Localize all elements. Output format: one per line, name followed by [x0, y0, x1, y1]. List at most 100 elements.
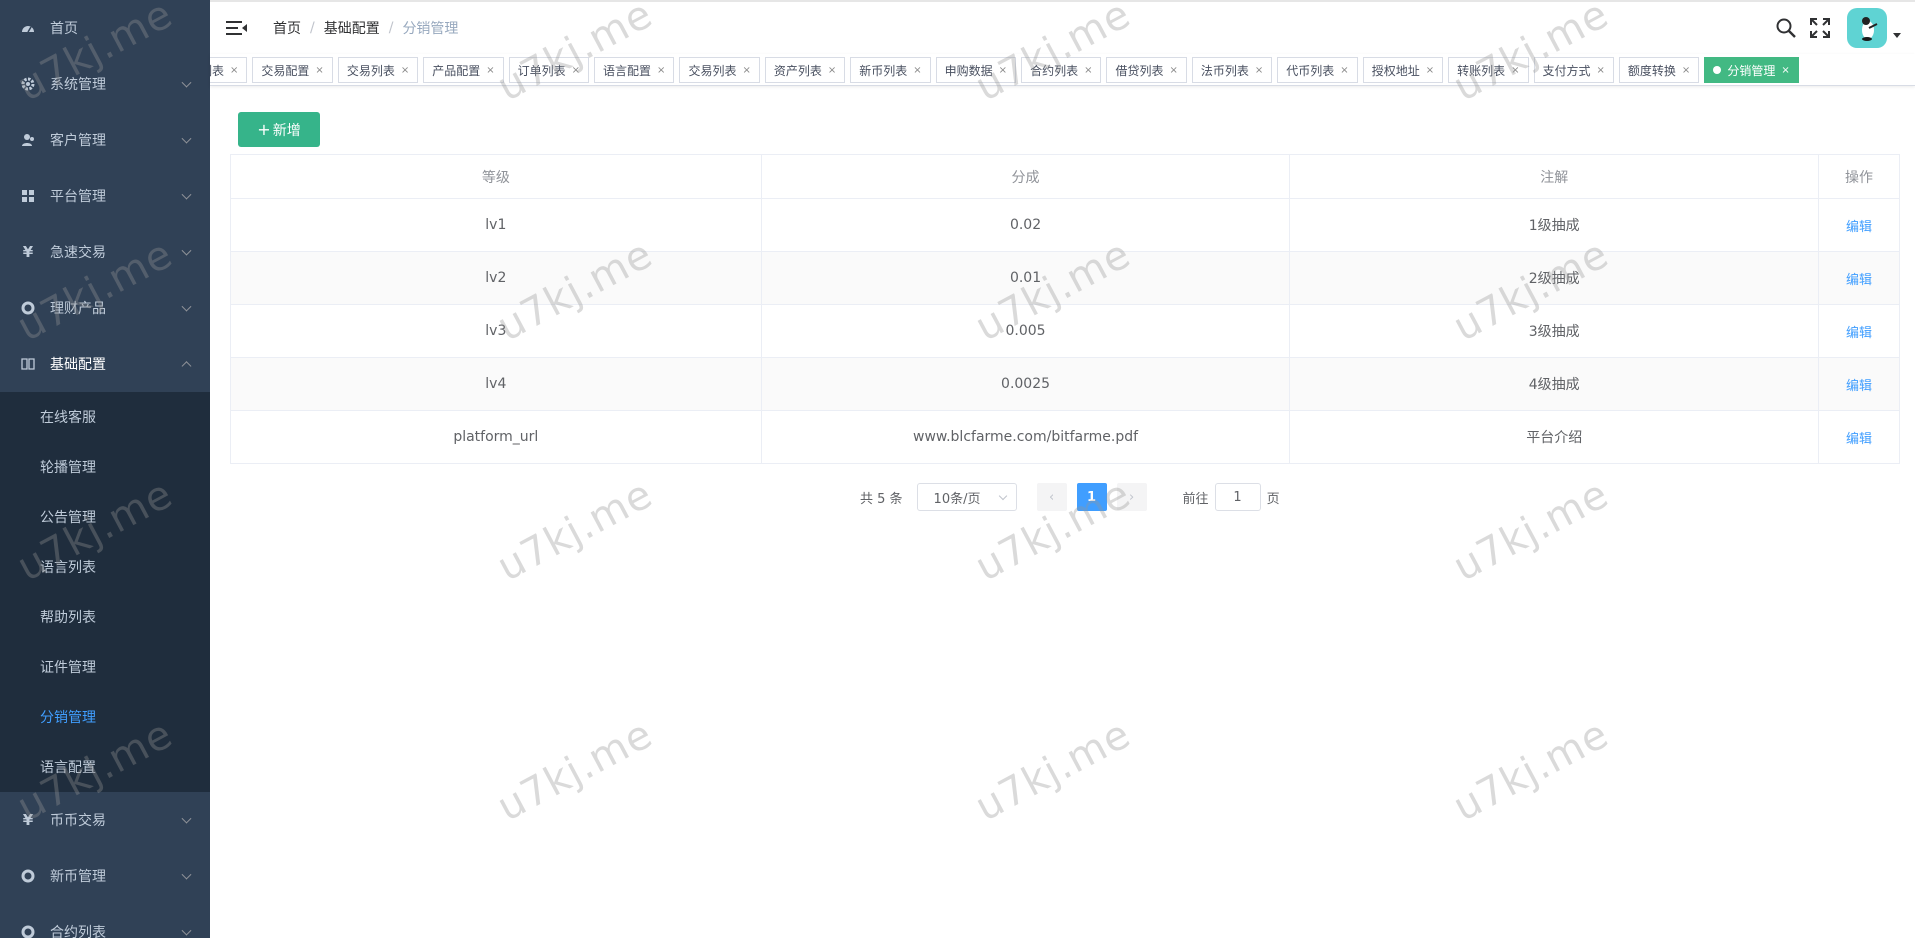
tag-label: 借贷列表 [1115, 63, 1164, 78]
breadcrumb-basic-config[interactable]: 基础配置 [324, 18, 380, 38]
tag-item[interactable]: 交易列表 × [679, 57, 760, 83]
chevron-up-icon [181, 361, 192, 372]
sidebar-item-label: 平台管理 [50, 189, 106, 205]
tag-label: 订单列表 [517, 63, 566, 78]
close-icon[interactable]: × [1511, 65, 1519, 76]
edit-button[interactable]: 编辑 [1846, 432, 1872, 447]
cell-note: 2级抽成 [1289, 251, 1820, 305]
close-icon[interactable]: × [1340, 65, 1348, 76]
tag-item[interactable]: 支付方式 × [1533, 57, 1614, 83]
submenu-item[interactable]: 证件管理 [0, 642, 210, 692]
tag-item[interactable]: 转账列表 × [1448, 57, 1529, 83]
breadcrumb-separator: / [388, 20, 394, 36]
close-icon[interactable]: × [315, 65, 323, 76]
book-icon [20, 356, 36, 372]
edit-button[interactable]: 编辑 [1846, 379, 1872, 394]
sidebar-item[interactable]: 理财产品 [0, 280, 210, 336]
sidebar-item[interactable]: ¥ 急速交易 [0, 224, 210, 280]
sidebar-item[interactable]: 合约列表 [0, 904, 210, 938]
tag-label: 额度转换 [1627, 63, 1676, 78]
submenu-item[interactable]: 分销管理 [0, 692, 210, 742]
tag-item[interactable]: 合约列表 × [1021, 57, 1102, 83]
add-button[interactable]: + 新增 [238, 112, 320, 147]
sidebar-item[interactable]: ¥ 币币交易 [0, 792, 210, 848]
next-page-button[interactable]: › [1116, 483, 1147, 511]
search-icon[interactable] [1775, 17, 1797, 39]
close-icon[interactable]: × [1682, 65, 1690, 76]
tag-item[interactable]: 法币列表 × [1191, 57, 1273, 83]
tag-item[interactable]: 资产列表 × [764, 57, 846, 83]
tag-item[interactable]: 借贷列表 × [1106, 57, 1187, 83]
close-icon[interactable]: × [1426, 65, 1434, 76]
close-icon[interactable]: × [1255, 65, 1263, 76]
distribution-table: 等级 分成 注解 操作 lv1 0.02 1级抽成 编辑 lv2 0.01 2级抽成 编辑 lv… [230, 154, 1900, 464]
breadcrumb-home[interactable]: 首页 [273, 18, 301, 38]
close-icon[interactable]: × [657, 65, 665, 76]
tag-item[interactable]: 授权地址 × [1362, 57, 1444, 83]
sidebar-item[interactable]: 客户管理 [0, 112, 210, 168]
cell-share: 0.005 [760, 304, 1291, 358]
close-icon[interactable]: × [742, 65, 750, 76]
submenu-item[interactable]: 公告管理 [0, 492, 210, 542]
breadcrumb-current: 分销管理 [402, 21, 459, 37]
edit-button[interactable]: 编辑 [1846, 273, 1872, 288]
submenu-item[interactable]: 帮助列表 [0, 592, 210, 642]
submenu-item[interactable]: 轮播管理 [0, 442, 210, 492]
close-icon[interactable]: × [486, 65, 494, 76]
submenu-item[interactable]: 语言列表 [0, 542, 210, 592]
tag-item[interactable]: 分销管理 × [1704, 57, 1799, 83]
sidebar-item[interactable]: 系统管理 [0, 56, 210, 112]
tag-item[interactable]: 交易配置 × [252, 57, 333, 83]
tag-item[interactable]: 订单列表 × [508, 57, 590, 83]
close-icon[interactable]: × [1169, 65, 1177, 76]
edit-button[interactable]: 编辑 [1846, 326, 1872, 341]
sidebar-item[interactable]: 平台管理 [0, 168, 210, 224]
tag-item[interactable]: 额度转换 × [1618, 57, 1700, 83]
tag-item[interactable]: 交易列表 × [337, 57, 419, 83]
close-icon[interactable]: × [999, 65, 1007, 76]
sidebar-item-label: 首页 [50, 21, 78, 37]
sidebar-item-label: 理财产品 [50, 301, 106, 317]
close-icon[interactable]: × [1084, 65, 1092, 76]
sidebar-item[interactable]: 首页 [0, 0, 210, 56]
close-icon[interactable]: × [828, 65, 836, 76]
close-icon[interactable]: × [1781, 65, 1789, 76]
pagination-total: 共 5 条 [860, 491, 903, 507]
submenu-item[interactable]: 在线客服 [0, 392, 210, 442]
page-size-select[interactable]: 10条/页 [916, 483, 1017, 511]
tag-item[interactable]: 申购数据 × [935, 57, 1017, 83]
avatar[interactable] [1847, 8, 1887, 48]
tag-label: 列表 [210, 63, 225, 78]
sidebar-item[interactable]: 基础配置 [0, 336, 210, 392]
tag-item[interactable]: 语言配置 × [594, 57, 675, 83]
tag-item[interactable]: 代币列表 × [1277, 57, 1358, 83]
column-header-level: 等级 [230, 154, 762, 199]
column-header-action: 操作 [1818, 154, 1900, 199]
hamburger-icon[interactable] [226, 19, 248, 37]
goto-page-input[interactable]: 1 [1214, 483, 1261, 511]
tag-label: 支付方式 [1542, 63, 1591, 78]
chevron-down-icon [181, 133, 192, 144]
close-icon[interactable]: × [401, 65, 409, 76]
page-number-1[interactable]: 1 [1076, 483, 1107, 511]
fullscreen-icon[interactable] [1809, 17, 1831, 39]
tag-item[interactable]: 列表 × [210, 57, 248, 83]
edit-button[interactable]: 编辑 [1846, 220, 1872, 235]
prev-page-button[interactable]: ‹ [1036, 483, 1067, 511]
tag-item[interactable]: 产品配置 × [423, 57, 504, 83]
tag-label: 合约列表 [1030, 63, 1079, 78]
chevron-down-icon [181, 925, 192, 936]
sidebar-item-label: 币币交易 [50, 813, 106, 829]
submenu-item[interactable]: 语言配置 [0, 742, 210, 792]
close-icon[interactable]: × [913, 65, 921, 76]
sidebar-item[interactable]: 新币管理 [0, 848, 210, 904]
close-icon[interactable]: × [230, 65, 238, 76]
chevron-down-icon [181, 245, 192, 256]
sidebar-item-label: 基础配置 [50, 357, 106, 373]
chevron-down-icon[interactable] [1893, 32, 1901, 38]
tag-label: 产品配置 [432, 63, 481, 78]
close-icon[interactable]: × [572, 65, 580, 76]
user-icon [20, 132, 36, 148]
close-icon[interactable]: × [1597, 65, 1605, 76]
tag-item[interactable]: 新币列表 × [850, 57, 931, 83]
